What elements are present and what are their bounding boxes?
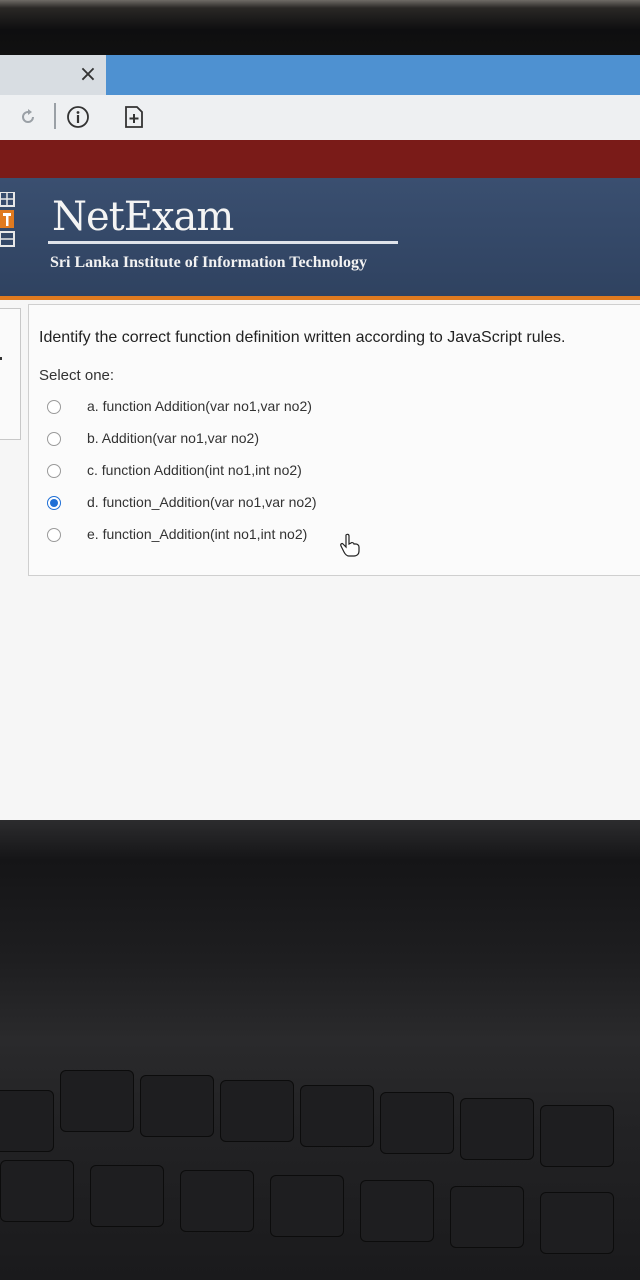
question-info-panel [0,308,21,440]
radio-b[interactable] [47,432,61,446]
option-label[interactable]: d. function_Addition(var no1,var no2) [87,494,317,510]
question-flag-mark [0,357,2,360]
browser-tab-bar: × [0,55,640,95]
keyboard-key [360,1180,434,1242]
keyboard-key [460,1098,534,1160]
site-header: NetExam Sri Lanka Institute of Informati… [0,178,640,298]
answer-option-d[interactable]: d. function_Addition(var no1,var no2) [47,493,607,517]
option-label[interactable]: a. function Addition(var no1,var no2) [87,398,312,414]
keyboard-key [540,1105,614,1167]
radio-c[interactable] [47,464,61,478]
brand-divider [48,241,398,244]
keyboard-key [270,1175,344,1237]
keyboard-key [0,1090,54,1152]
keyboard-key [300,1085,374,1147]
keyboard-key [140,1075,214,1137]
keyboard-key [90,1165,164,1227]
site-top-bar [0,140,640,178]
option-label[interactable]: b. Addition(var no1,var no2) [87,430,259,446]
institution-name: Sri Lanka Institute of Information Techn… [50,254,367,271]
option-label[interactable]: c. function Addition(int no1,int no2) [87,462,302,478]
answer-option-e[interactable]: e. function_Addition(int no1,int no2) [47,525,607,549]
laptop-body [0,820,640,1280]
site-info-icon[interactable] [66,105,90,129]
question-text: Identify the correct function definition… [39,329,566,346]
page-action-icon[interactable] [124,105,144,129]
keyboard-key [60,1070,134,1132]
main-content: Identify the correct function definition… [0,300,640,820]
screen-bezel-top [0,0,640,55]
keyboard-key [380,1092,454,1154]
toolbar-separator [54,103,56,129]
tab-strip-empty-area[interactable] [106,55,640,95]
answer-option-a[interactable]: a. function Addition(var no1,var no2) [47,397,607,421]
radio-e[interactable] [47,528,61,542]
keyboard-key [450,1186,524,1248]
keyboard-key [540,1192,614,1254]
radio-a[interactable] [47,400,61,414]
institution-logo-icon [0,192,15,247]
select-one-label: Select one: [39,367,115,384]
option-label[interactable]: e. function_Addition(int no1,int no2) [87,526,307,542]
site-brand-title[interactable]: NetExam [52,194,234,240]
keyboard-key [0,1160,74,1222]
hand-pointer-cursor-icon [340,533,360,557]
answer-option-b[interactable]: b. Addition(var no1,var no2) [47,429,607,453]
browser-toolbar [0,95,640,140]
answer-option-c[interactable]: c. function Addition(int no1,int no2) [47,461,607,485]
keyboard-key [220,1080,294,1142]
keyboard-key [180,1170,254,1232]
reload-icon[interactable] [18,107,38,127]
question-card: Identify the correct function definition… [28,304,640,576]
close-tab-icon[interactable]: × [74,61,102,89]
radio-d-selected[interactable] [47,496,61,510]
